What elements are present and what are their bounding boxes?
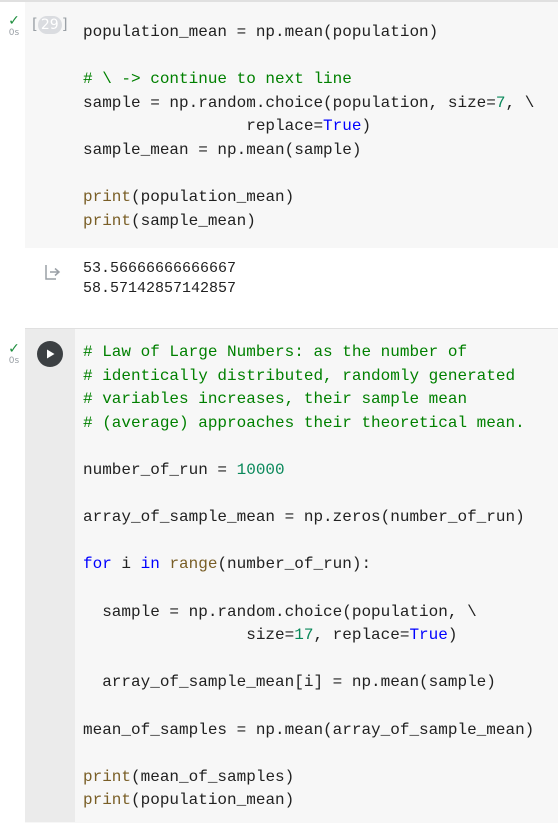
run-cell-button[interactable] xyxy=(37,341,63,367)
code-token-builtin: print xyxy=(83,188,132,207)
code-editor-cell-1[interactable]: population_mean = np.mean(population) # \… xyxy=(83,21,534,233)
code-token-default: replace= xyxy=(83,117,324,136)
code-line: # identically distributed, randomly gene… xyxy=(83,365,534,389)
code-line: # variables increases, their sample mean xyxy=(83,388,534,412)
code-editor-cell-2[interactable]: # Law of Large Numbers: as the number of… xyxy=(83,341,534,813)
code-token-default: mean_of_samples = np.mean(array_of_sampl… xyxy=(83,720,535,739)
code-line: print(population_mean) xyxy=(83,186,534,210)
execution-time: 0s xyxy=(8,356,20,366)
code-token-default: array_of_sample_mean = np.zeros(number_o… xyxy=(83,508,525,527)
code-token-default: , replace= xyxy=(313,626,410,645)
code-token-keyword: True xyxy=(409,626,448,645)
cell-2-gutter xyxy=(25,329,75,822)
code-token-default: sample = np.random.choice(population, si… xyxy=(83,93,496,112)
code-line: print(mean_of_samples) xyxy=(83,766,534,790)
code-token-default: ) xyxy=(447,626,458,645)
code-token-builtin: print xyxy=(83,767,132,786)
code-line: mean_of_samples = np.mean(array_of_sampl… xyxy=(83,719,534,743)
code-token-default: size= xyxy=(83,626,295,645)
code-line: number_of_run = 10000 xyxy=(83,459,534,483)
code-token-default: (mean_of_samples) xyxy=(131,767,295,786)
code-line: population_mean = np.mean(population) xyxy=(83,21,534,45)
code-token-default: (population_mean) xyxy=(131,791,295,810)
output-arrow-icon[interactable] xyxy=(42,262,62,282)
cell-1-output: 53.56666666666667 58.57142857142857 xyxy=(83,259,236,299)
code-token-default: , \ xyxy=(505,93,535,112)
code-token-default: (sample_mean) xyxy=(131,211,256,230)
code-line: # Law of Large Numbers: as the number of xyxy=(83,341,534,365)
code-token-default xyxy=(160,555,170,573)
code-token-default: ) xyxy=(361,117,372,136)
code-token-builtin: print xyxy=(83,791,132,810)
code-line: size=17, replace=True) xyxy=(83,624,534,648)
code-line: sample_mean = np.mean(sample) xyxy=(83,139,534,163)
code-line: for i in range(number_of_run): xyxy=(83,553,534,577)
code-token-default: i xyxy=(111,555,141,574)
code-line: replace=True) xyxy=(83,115,534,139)
code-token-builtin: range xyxy=(169,555,218,574)
code-line: # (average) approaches their theoretical… xyxy=(83,412,534,436)
code-token-default: sample_mean = np.mean(sample) xyxy=(83,140,362,159)
code-token-default: array_of_sample_mean[i] = np.mean(sample… xyxy=(83,673,496,692)
execution-count-number: 29 xyxy=(37,16,62,34)
code-token-comment: # (average) approaches their theoretical… xyxy=(83,413,525,432)
output-line: 58.57142857142857 xyxy=(83,280,237,297)
execution-count: [29] xyxy=(32,15,68,34)
cell-1-status: ✓ 0s xyxy=(4,14,24,38)
code-token-default: (population_mean) xyxy=(131,188,295,207)
code-token-default: (number_of_run): xyxy=(217,555,372,574)
code-line: # \ -> continue to next line xyxy=(83,68,534,92)
code-token-comment: # identically distributed, randomly gene… xyxy=(83,366,516,385)
check-icon: ✓ xyxy=(8,341,20,357)
code-line: array_of_sample_mean[i] = np.mean(sample… xyxy=(83,671,534,695)
play-icon xyxy=(47,349,55,359)
code-line: array_of_sample_mean = np.zeros(number_o… xyxy=(83,506,534,530)
code-line: sample = np.random.choice(population, si… xyxy=(83,92,534,116)
code-token-number: 10000 xyxy=(236,460,285,479)
code-token-keyword: in xyxy=(140,555,160,574)
cell-2-status: ✓ 0s xyxy=(4,342,24,366)
code-token-default: population_mean = np.mean(population) xyxy=(83,23,439,41)
check-icon: ✓ xyxy=(8,13,20,29)
code-token-keyword: True xyxy=(323,117,362,136)
code-token-comment: # variables increases, their sample mean xyxy=(83,390,468,409)
output-line: 53.56666666666667 xyxy=(83,260,237,277)
code-token-comment: # \ -> continue to next line xyxy=(83,70,352,89)
code-line: print(sample_mean) xyxy=(83,210,534,234)
execution-time: 0s xyxy=(8,28,20,38)
code-token-builtin: print xyxy=(83,211,132,230)
code-token-keyword: for xyxy=(83,555,112,574)
code-token-number: 17 xyxy=(294,626,314,645)
code-line: sample = np.random.choice(population, \ xyxy=(83,601,534,625)
code-token-default: sample = np.random.choice(population, \ xyxy=(83,602,477,621)
code-token-default: number_of_run = xyxy=(83,460,237,479)
code-line: print(population_mean) xyxy=(83,789,534,813)
code-token-comment: # Law of Large Numbers: as the number of xyxy=(83,343,468,361)
